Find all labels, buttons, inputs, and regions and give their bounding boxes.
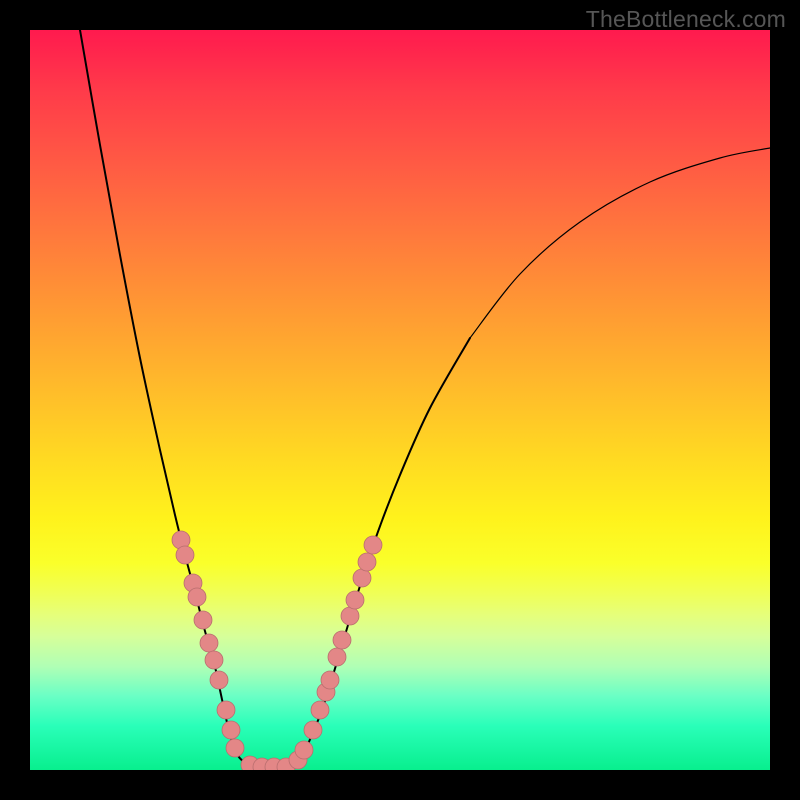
left-bead <box>205 651 223 669</box>
curve-left-branch <box>80 30 260 767</box>
floor-bead <box>265 758 283 770</box>
curve-right-branch <box>290 338 470 767</box>
right-bead <box>346 591 364 609</box>
floor-bead <box>277 758 295 770</box>
right-bead <box>311 701 329 719</box>
left-bead <box>194 611 212 629</box>
left-bead <box>184 574 202 592</box>
left-bead <box>210 671 228 689</box>
right-bead <box>321 671 339 689</box>
right-bead <box>317 683 335 701</box>
watermark-text: TheBottleneck.com <box>586 6 786 33</box>
right-bead <box>289 751 307 769</box>
right-bead <box>358 553 376 571</box>
left-bead <box>217 701 235 719</box>
right-bead <box>304 721 322 739</box>
beads-group <box>172 531 382 770</box>
left-bead <box>200 634 218 652</box>
curve-valley-floor <box>260 767 290 768</box>
curve-svg <box>30 30 770 770</box>
app-frame: TheBottleneck.com <box>0 0 800 800</box>
right-bead <box>328 648 346 666</box>
right-bead <box>333 631 351 649</box>
left-bead <box>222 721 240 739</box>
left-bead <box>226 739 244 757</box>
curve-right-branch-tail <box>470 148 770 338</box>
plot-area <box>30 30 770 770</box>
left-bead <box>172 531 190 549</box>
floor-bead <box>241 756 259 770</box>
right-bead <box>295 741 313 759</box>
floor-bead <box>253 758 271 770</box>
right-bead <box>341 607 359 625</box>
right-bead <box>353 569 371 587</box>
right-bead <box>364 536 382 554</box>
left-bead <box>188 588 206 606</box>
left-bead <box>176 546 194 564</box>
